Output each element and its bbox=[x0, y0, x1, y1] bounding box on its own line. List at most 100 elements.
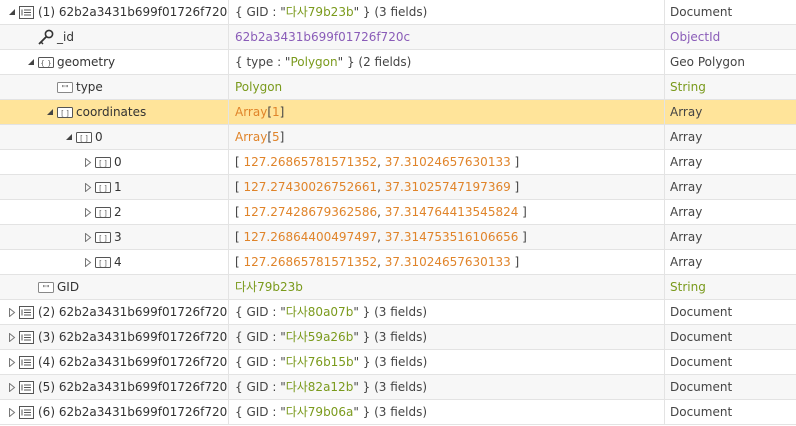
tree-row[interactable]: (3) 62b2a3431b699f01726f720a{ GID : "다사5… bbox=[0, 325, 796, 350]
field-type: Array bbox=[670, 205, 703, 219]
tree-row[interactable]: [ ] 4 [ 127.26865781571352, 37.31024657630… bbox=[0, 250, 796, 275]
key-icon bbox=[37, 25, 54, 49]
key-cell: { } geometry bbox=[0, 50, 229, 74]
value-cell: [ 127.26864400497497, 37.314753516106656… bbox=[229, 225, 665, 249]
coordinate-x: 127.27428679362586 bbox=[243, 205, 378, 219]
expand-arrow-icon[interactable] bbox=[6, 350, 18, 374]
tree-row[interactable]: { } geometry { type : "Polygon" } (2 field… bbox=[0, 50, 796, 75]
value-suffix: " } (3 fields) bbox=[353, 405, 428, 419]
separator: , bbox=[377, 155, 385, 169]
object-icon: { } bbox=[37, 50, 54, 74]
field-name: _id bbox=[57, 30, 74, 44]
collapse-arrow-icon[interactable] bbox=[63, 125, 75, 149]
field-name: type bbox=[76, 80, 103, 94]
coordinate-x: 127.27430026752661 bbox=[243, 180, 378, 194]
svg-text:[ ]: [ ] bbox=[80, 134, 88, 142]
field-name: (2) 62b2a3431b699f01726f720b bbox=[38, 305, 229, 319]
type-cell: Array bbox=[665, 125, 796, 149]
array-icon: [ ] bbox=[75, 125, 92, 149]
svg-text:[ ]: [ ] bbox=[99, 234, 107, 242]
expand-arrow-icon[interactable] bbox=[6, 325, 18, 349]
value-suffix: " } (3 fields) bbox=[353, 330, 428, 344]
array-label: Array bbox=[235, 130, 268, 144]
bracket: ] bbox=[279, 130, 285, 144]
type-cell: Array bbox=[665, 250, 796, 274]
collapse-arrow-icon[interactable] bbox=[6, 0, 18, 24]
svg-text:"": "" bbox=[42, 284, 49, 293]
tree-row[interactable]: [ ] 2 [ 127.27428679362586, 37.31476441354… bbox=[0, 200, 796, 225]
tree-row[interactable]: (6) 62b2a3431b699f01726f7207{ GID : "다사7… bbox=[0, 400, 796, 425]
array-count: 1 bbox=[272, 105, 280, 119]
tree-row[interactable]: (2) 62b2a3431b699f01726f720b { GID : "다사8… bbox=[0, 300, 796, 325]
coordinate-y: 37.31024657630133 bbox=[384, 255, 511, 269]
svg-text:[ ]: [ ] bbox=[99, 209, 107, 217]
svg-text:[ ]: [ ] bbox=[99, 259, 107, 267]
document-icon bbox=[18, 325, 35, 349]
type-cell: Document bbox=[665, 400, 796, 424]
bracket: ] bbox=[510, 180, 520, 194]
tree-row[interactable]: [ ] 0 [ 127.26865781571352, 37.31024657630… bbox=[0, 150, 796, 175]
tree-row[interactable]: "" GID 다사79b23b String bbox=[0, 275, 796, 300]
expand-arrow-icon[interactable] bbox=[6, 375, 18, 399]
value-string: 다사59a26b bbox=[285, 330, 354, 344]
collapse-arrow-icon[interactable] bbox=[44, 100, 56, 124]
key-cell: [ ] 0 bbox=[0, 150, 229, 174]
value-suffix: " } (3 fields) bbox=[353, 305, 428, 319]
field-value: 62b2a3431b699f01726f720c bbox=[235, 30, 411, 44]
value-prefix: { GID : " bbox=[235, 305, 286, 319]
svg-text:[ ]: [ ] bbox=[61, 109, 69, 117]
type-cell: ObjectId bbox=[665, 25, 796, 49]
value-cell: [ 127.26865781571352, 37.31024657630133 … bbox=[229, 150, 665, 174]
type-cell: Array bbox=[665, 100, 796, 124]
tree-row[interactable]: _id 62b2a3431b699f01726f720c ObjectId bbox=[0, 25, 796, 50]
tree-row[interactable]: (1) 62b2a3431b699f01726f720c{ GID : "다사7… bbox=[0, 0, 796, 25]
tree-row[interactable]: [ ] 0 Array[5] Array bbox=[0, 125, 796, 150]
coordinate-y: 37.31025747197369 bbox=[384, 180, 511, 194]
field-name: 0 bbox=[114, 155, 122, 169]
array-icon: [ ] bbox=[94, 150, 111, 174]
field-name: geometry bbox=[57, 55, 116, 69]
value-prefix: { GID : " bbox=[235, 355, 286, 369]
bracket: [ bbox=[235, 155, 244, 169]
value-cell: [ 127.27430026752661, 37.31025747197369 … bbox=[229, 175, 665, 199]
key-cell: [ ] 2 bbox=[0, 200, 229, 224]
field-type: Array bbox=[670, 130, 703, 144]
collapse-arrow-icon[interactable] bbox=[25, 50, 37, 74]
value-string: 다사80a07b bbox=[285, 305, 354, 319]
document-icon bbox=[18, 300, 35, 324]
tree-row[interactable]: (5) 62b2a3431b699f01726f7208{ GID : "다사8… bbox=[0, 375, 796, 400]
bracket: [ bbox=[235, 230, 244, 244]
expand-arrow-icon[interactable] bbox=[6, 400, 18, 424]
svg-text:{ }: { } bbox=[40, 59, 51, 67]
tree-row[interactable]: [ ] 3 [ 127.26864400497497, 37.31475351610… bbox=[0, 225, 796, 250]
bracket: ] bbox=[510, 255, 520, 269]
type-cell: Array bbox=[665, 225, 796, 249]
key-cell: [ ] 3 bbox=[0, 225, 229, 249]
array-icon: [ ] bbox=[56, 100, 73, 124]
key-cell: _id bbox=[0, 25, 229, 49]
value-cell: Array[1] bbox=[229, 100, 665, 124]
expand-arrow-icon[interactable] bbox=[82, 200, 94, 224]
tree-row[interactable]: "" type Polygon String bbox=[0, 75, 796, 100]
array-icon: [ ] bbox=[94, 250, 111, 274]
tree-row[interactable]: (4) 62b2a3431b699f01726f7209{ GID : "다사7… bbox=[0, 350, 796, 375]
expand-arrow-icon[interactable] bbox=[82, 225, 94, 249]
value-suffix: " } (2 fields) bbox=[337, 55, 412, 69]
expand-arrow-icon[interactable] bbox=[82, 150, 94, 174]
field-value: 다사79b23b bbox=[235, 280, 303, 294]
value-string: Polygon bbox=[290, 55, 338, 69]
field-type: Document bbox=[670, 305, 733, 319]
expand-arrow-icon[interactable] bbox=[82, 175, 94, 199]
value-suffix: " } (3 fields) bbox=[353, 355, 428, 369]
document-icon bbox=[18, 350, 35, 374]
value-cell: Array[5] bbox=[229, 125, 665, 149]
expand-arrow-icon[interactable] bbox=[6, 300, 18, 324]
field-name: 0 bbox=[95, 130, 103, 144]
expand-arrow-icon[interactable] bbox=[82, 250, 94, 274]
coordinate-y: 37.31024657630133 bbox=[384, 155, 511, 169]
key-cell: "" type bbox=[0, 75, 229, 99]
key-cell: (4) 62b2a3431b699f01726f7209 bbox=[0, 350, 229, 374]
tree-row[interactable]: [ ] coordinates Array[1] Array bbox=[0, 100, 796, 125]
tree-row[interactable]: [ ] 1 [ 127.27430026752661, 37.31025747197… bbox=[0, 175, 796, 200]
